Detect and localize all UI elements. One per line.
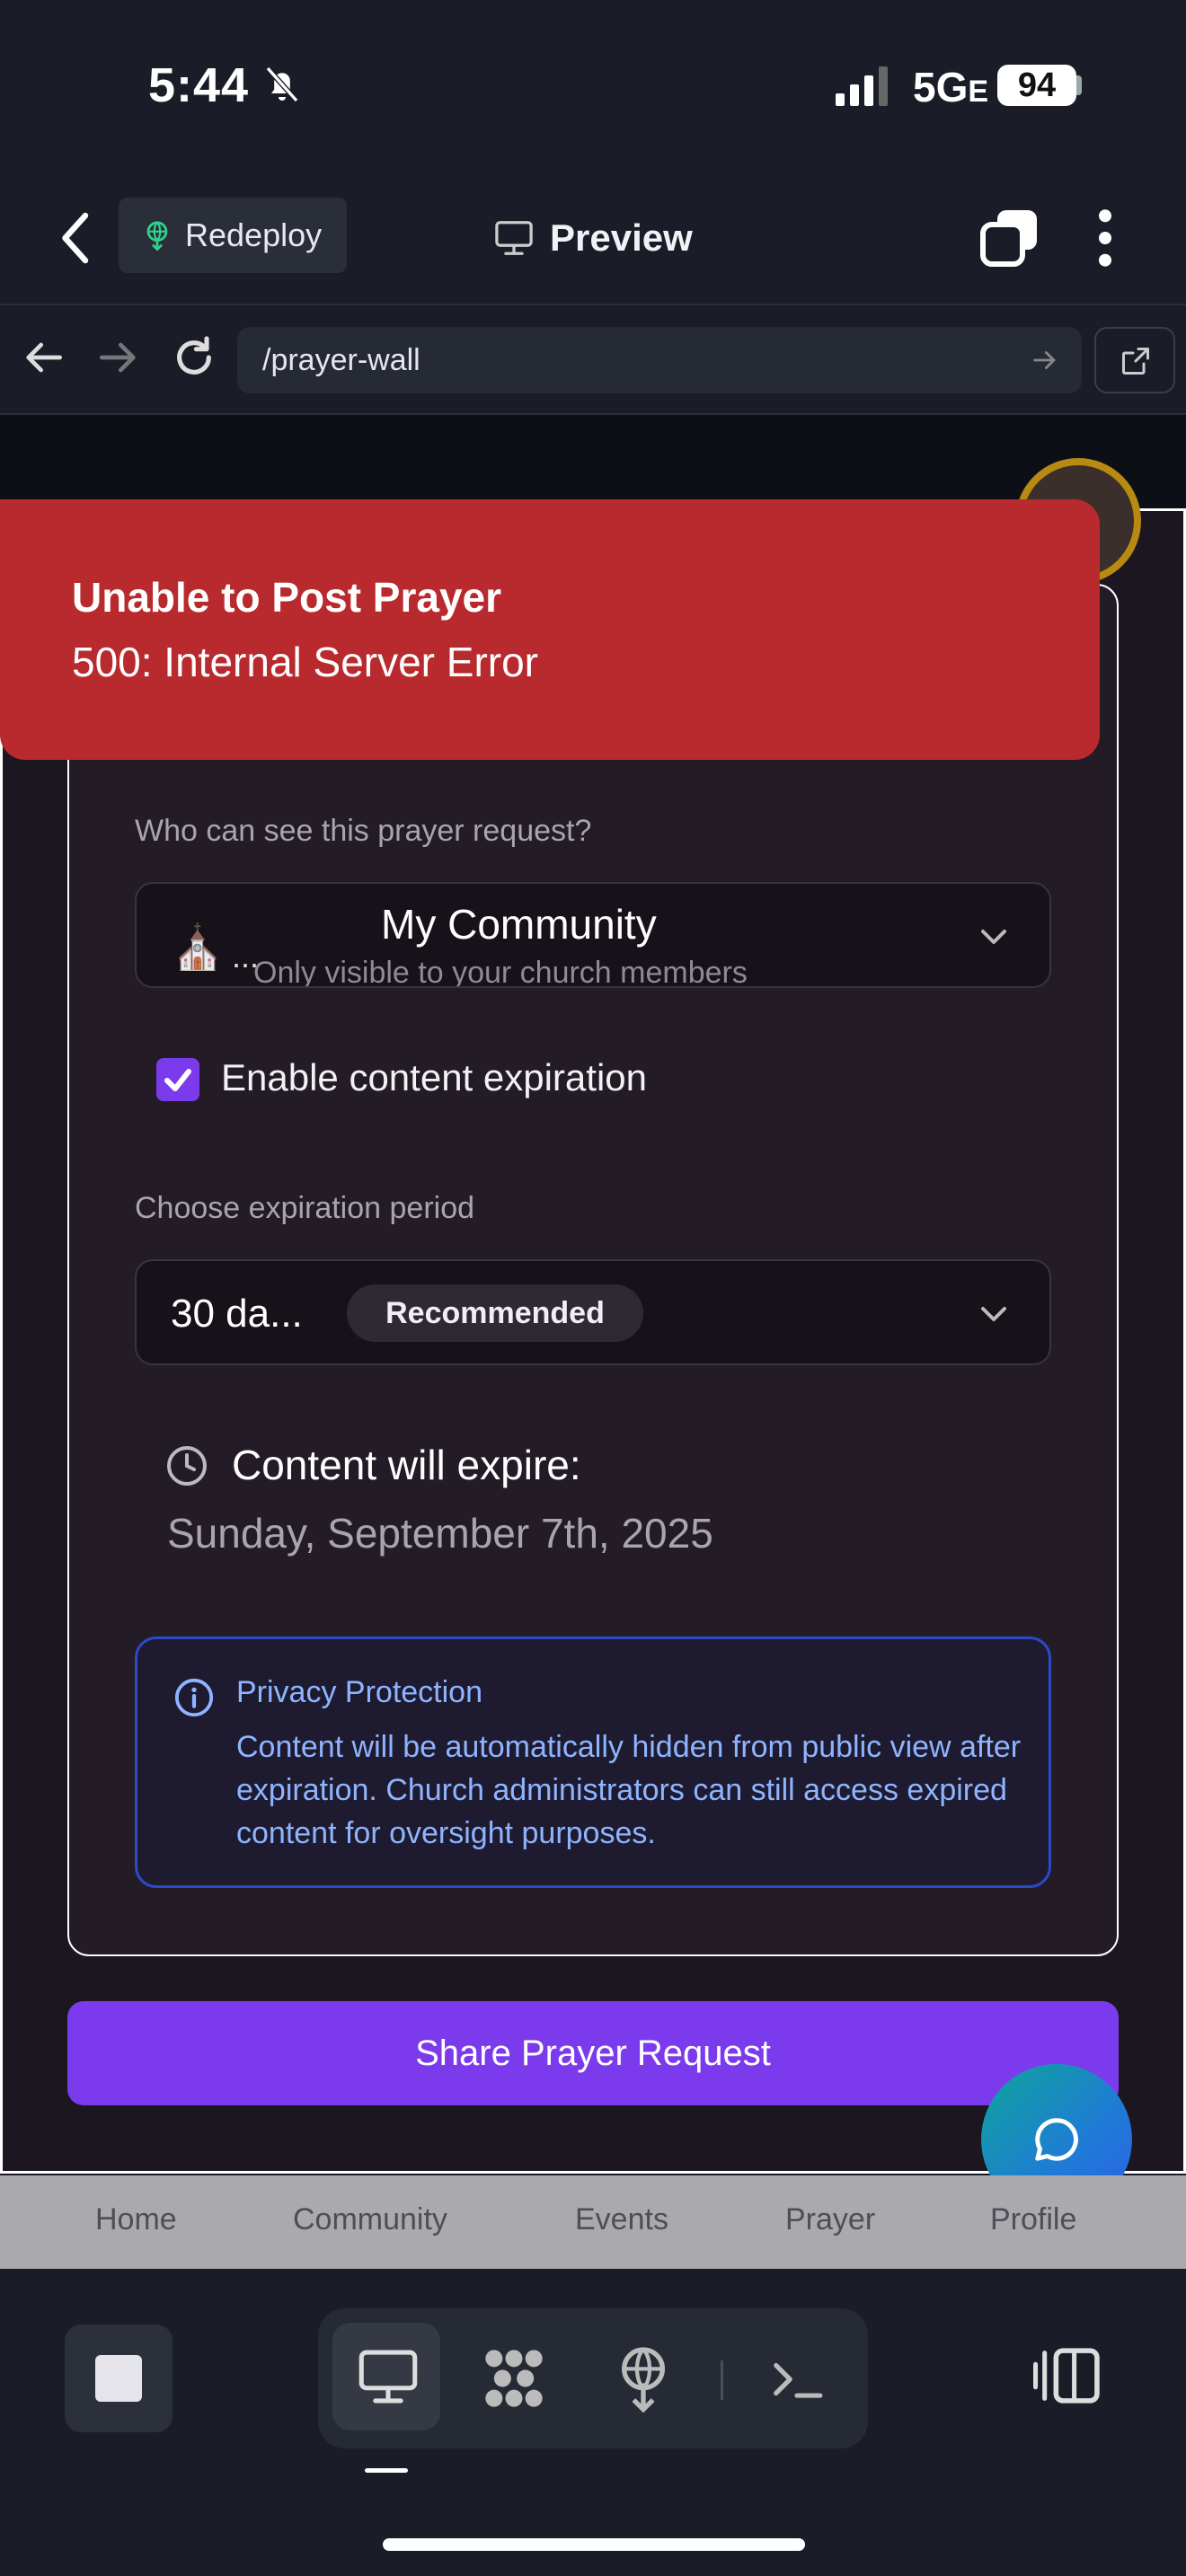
url-go-arrow-icon[interactable] — [1030, 345, 1060, 375]
home-indicator — [383, 2538, 805, 2551]
url-input[interactable]: /prayer-wall — [237, 327, 1082, 393]
chat-bubble-icon — [1035, 2118, 1078, 2161]
checkmark-icon — [164, 1069, 191, 1091]
stop-button[interactable] — [65, 2325, 173, 2432]
battery-tip — [1076, 75, 1082, 95]
redeploy-label: Redeploy — [185, 216, 323, 253]
browser-back-icon[interactable] — [18, 332, 68, 383]
deploy-globe-icon[interactable] — [615, 2344, 672, 2413]
privacy-notice: Privacy Protection Content will be autom… — [135, 1636, 1051, 1888]
share-prayer-button[interactable]: Share Prayer Request — [67, 2001, 1119, 2105]
preview-label: Preview — [550, 216, 693, 259]
monitor-icon — [358, 2350, 418, 2404]
expire-title: Content will expire: — [232, 1442, 581, 1488]
network-type: 5GE — [913, 64, 989, 110]
url-text: /prayer-wall — [262, 342, 420, 377]
toast-message: 500: Internal Server Error — [72, 639, 539, 685]
toast-title: Unable to Post Prayer — [72, 574, 502, 621]
expiration-checkbox-label[interactable]: Enable content expiration — [221, 1056, 647, 1099]
period-value: 30 da... — [171, 1292, 303, 1336]
expiration-checkbox[interactable] — [156, 1058, 199, 1101]
terminal-icon[interactable] — [769, 2355, 825, 2404]
status-time: 5:44 — [148, 58, 250, 112]
visibility-label: Who can see this prayer request? — [135, 814, 592, 848]
privacy-title: Privacy Protection — [236, 1675, 482, 1709]
web-bottom-nav: Home Community Events Prayer Profile — [0, 2175, 1186, 2269]
workflow-icon[interactable] — [480, 2344, 548, 2413]
error-toast[interactable]: Unable to Post Prayer 500: Internal Serv… — [0, 499, 1100, 760]
visibility-value: My Community — [381, 901, 657, 948]
bell-muted-icon — [265, 66, 299, 102]
nav-prayer[interactable]: Prayer — [785, 2202, 875, 2237]
open-external-button[interactable] — [1094, 327, 1175, 393]
nav-profile[interactable]: Profile — [990, 2202, 1076, 2237]
nav-events[interactable]: Events — [575, 2202, 668, 2237]
sidebar-toggle-icon[interactable] — [1033, 2346, 1102, 2405]
device-toolbar — [0, 2269, 1186, 2576]
chevron-down-icon — [981, 930, 1006, 944]
view-switcher — [318, 2308, 868, 2448]
church-icon: ⛪ — [171, 924, 225, 972]
status-bar: 5:44 5GE 94 — [0, 0, 1186, 171]
deploy-globe-icon — [146, 221, 168, 251]
stop-square-icon — [95, 2355, 142, 2402]
battery-level: 94 — [997, 65, 1076, 106]
tabs-icon[interactable] — [979, 207, 1040, 268]
expire-date: Sunday, September 7th, 2025 — [167, 1510, 713, 1557]
nav-community[interactable]: Community — [293, 2202, 447, 2237]
period-label: Choose expiration period — [135, 1191, 475, 1225]
monitor-icon — [495, 221, 533, 255]
back-chevron-icon[interactable] — [54, 207, 99, 269]
more-vertical-icon[interactable] — [1087, 207, 1123, 269]
app-bar: Redeploy Preview — [0, 171, 1186, 305]
browser-forward-icon[interactable] — [93, 332, 144, 383]
switcher-divider — [721, 2360, 723, 2400]
active-tab-indicator — [365, 2468, 408, 2473]
chevron-down-icon — [981, 1307, 1006, 1321]
preview-title: Preview — [494, 207, 693, 269]
browser-bar: /prayer-wall — [0, 305, 1186, 415]
web-header-strip — [0, 415, 1186, 510]
redeploy-button[interactable]: Redeploy — [119, 198, 347, 273]
info-icon — [174, 1678, 214, 1717]
visibility-select[interactable]: ⛪ ... My Community Only visible to your … — [135, 882, 1051, 988]
recommended-badge: Recommended — [347, 1284, 643, 1342]
visibility-description: Only visible to your church members — [253, 956, 748, 988]
external-link-icon — [1122, 348, 1149, 375]
privacy-body: Content will be automatically hidden fro… — [236, 1730, 1022, 1850]
period-select[interactable]: 30 da... Recommended — [135, 1259, 1051, 1365]
nav-home[interactable]: Home — [95, 2202, 177, 2237]
reload-icon[interactable] — [169, 332, 219, 383]
clock-icon — [167, 1446, 207, 1486]
cell-signal-icon — [836, 66, 888, 106]
